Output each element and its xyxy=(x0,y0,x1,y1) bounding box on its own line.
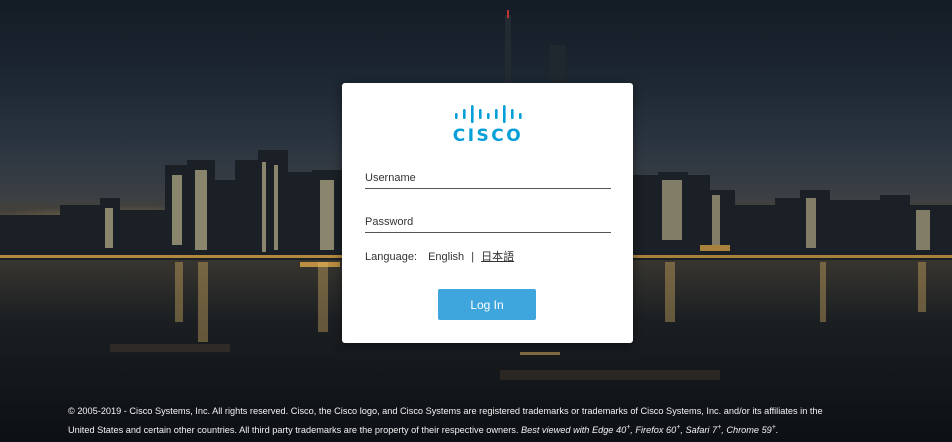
browser-chrome: Chrome 59 xyxy=(726,425,772,435)
language-current: English xyxy=(428,251,465,263)
copyright-text-cont: United States and certain other countrie… xyxy=(68,425,519,435)
browser-firefox: Firefox 60 xyxy=(635,425,677,435)
language-selector: Language: English | 日本語 xyxy=(365,248,514,264)
footer-legal: © 2005-2019 - Cisco Systems, Inc. All ri… xyxy=(68,402,948,440)
language-label: Language: xyxy=(365,251,417,263)
chrome-plus: + xyxy=(771,423,776,431)
browser-safari: Safari 7 xyxy=(685,425,718,435)
cisco-logo: CISCO xyxy=(452,104,524,148)
firefox-plus: + xyxy=(676,423,681,431)
cisco-wordmark: CISCO xyxy=(452,126,524,146)
edge-plus: + xyxy=(626,423,631,431)
username-input[interactable] xyxy=(365,167,611,188)
copyright-text: © 2005-2019 - Cisco Systems, Inc. All ri… xyxy=(68,406,823,416)
login-card: CISCO Language: English | 日本語 Log In xyxy=(342,83,633,343)
log-in-button[interactable]: Log In xyxy=(438,289,536,320)
password-input[interactable] xyxy=(365,211,611,232)
username-field[interactable] xyxy=(365,167,611,189)
browser-support: Best viewed with Edge 40+, Firefox 60+, … xyxy=(520,423,779,435)
password-field[interactable] xyxy=(365,211,611,233)
language-separator: | xyxy=(471,251,475,263)
safari-plus: + xyxy=(717,423,722,431)
footer-line-2: United States and certain other countrie… xyxy=(68,421,948,440)
cisco-bars-icon xyxy=(455,105,522,123)
language-japanese-link[interactable]: 日本語 xyxy=(481,251,514,263)
footer-line-1: © 2005-2019 - Cisco Systems, Inc. All ri… xyxy=(68,402,948,421)
best-viewed-edge: Best viewed with Edge 40 xyxy=(520,425,627,435)
